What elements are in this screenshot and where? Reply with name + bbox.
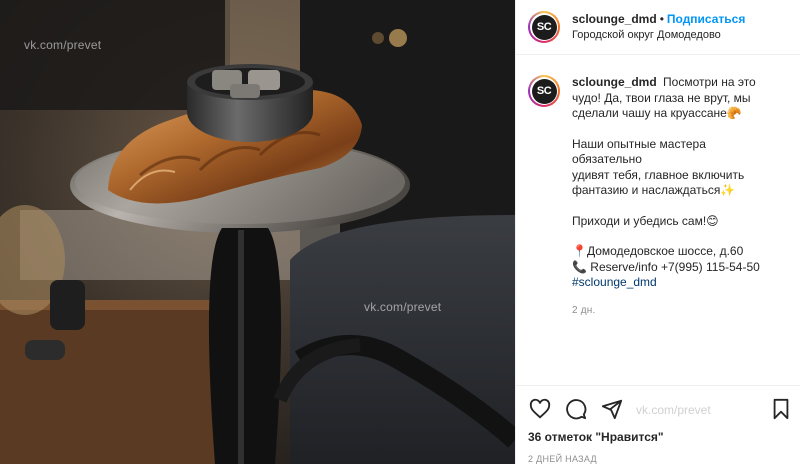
watermark-panel: vk.com/prevet [636,403,711,417]
caption-line: удивят тебя, главное включить [572,167,745,182]
caption-line: Приходи и убедись сам!😊 [572,213,719,228]
caption: SC sclounge_dmd Посмотри на это чудо! Да… [516,55,800,318]
header-separator: • [659,12,664,26]
like-button[interactable] [528,397,552,421]
share-icon [601,399,623,420]
post-date: 2 ДНЕЙ НАЗАД [528,454,597,464]
caption-paragraph-3: Приходи и убедись сам!😊 [572,214,777,230]
watermark-center: vk.com/prevet [364,300,442,314]
caption-address: 📍Домодедовское шоссе, д.60 [572,244,744,258]
caption-line: Наши опытные мастера обязательно [572,136,706,167]
header-text: sclounge_dmd • Подписаться Городской округ… [572,11,745,43]
caption-phone: 📞 Reserve/info +7(995) 115-54-50 [572,259,760,274]
caption-avatar[interactable]: SC [528,75,560,107]
avatar[interactable]: SC [528,11,560,43]
caption-line: чудо! Да, твои глаза не врут, мы [572,90,751,105]
post-header: SC sclounge_dmd • Подписаться Городской ок… [516,0,800,55]
hookah-croissant-image [0,0,515,464]
share-button[interactable] [600,397,624,421]
caption-paragraph-1: sclounge_dmd Посмотри на это чудо! Да, т… [572,75,777,122]
location-link[interactable]: Городской округ Домодедово [572,27,745,43]
post-side-panel: SC sclounge_dmd • Подписаться Городской ок… [515,0,800,464]
avatar-logo: SC [531,14,557,40]
likes-count[interactable]: 36 отметок "Нравится" [516,422,800,444]
comment-button[interactable] [564,397,588,421]
caption-avatar-logo: SC [531,78,557,104]
watermark-top: vk.com/prevet [24,38,102,52]
caption-paragraph-4: 📍Домодедовское шоссе, д.60 📞 Reserve/inf… [572,244,777,291]
post-actions: vk.com/prevet 36 отметок "Нравится" 2 ДН… [516,385,800,464]
caption-line: Посмотри на это [663,75,756,89]
comment-icon [566,399,587,420]
caption-line: сделали чашу на круассане🥐 [572,106,742,120]
caption-age: 2 дн. [572,304,596,316]
header-username[interactable]: sclounge_dmd [572,12,657,26]
caption-paragraph-2: Наши опытные мастера обязательно удивят … [572,137,777,199]
instagram-post-view: vk.com/prevet vk.com/prevet SC sclounge_… [0,0,800,464]
caption-body: sclounge_dmd Посмотри на это чудо! Да, т… [572,75,777,318]
caption-username[interactable]: sclounge_dmd [572,75,657,89]
save-button[interactable] [769,397,793,421]
post-photo[interactable]: vk.com/prevet vk.com/prevet [0,0,515,464]
heart-icon [529,398,551,419]
caption-line: фантазию и наслаждаться✨ [572,183,736,197]
hashtag-link[interactable]: #sclounge_dmd [572,275,777,291]
bookmark-icon [773,398,789,420]
follow-button[interactable]: Подписаться [667,12,745,26]
